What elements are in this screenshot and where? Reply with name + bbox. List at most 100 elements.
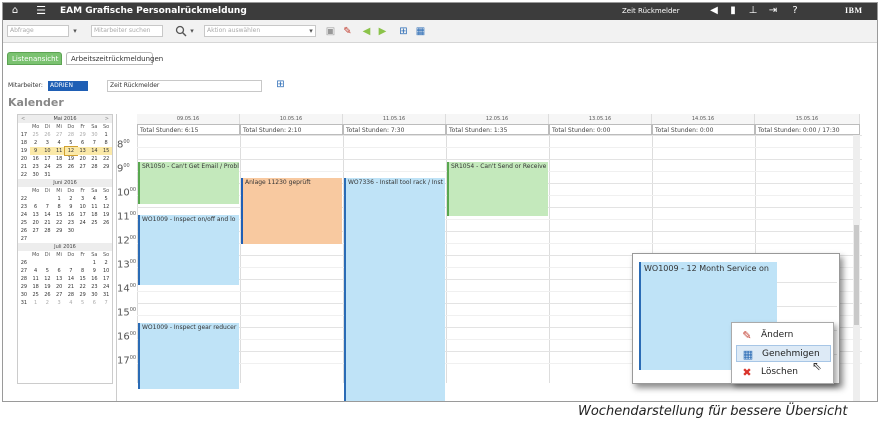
day-cell[interactable]: 5 [65,139,77,147]
scrollbar-thumb[interactable] [854,225,859,325]
day-cell[interactable]: 4 [53,139,65,147]
menu-item-aendern[interactable]: ✎ Ändern [736,327,831,344]
day-cell[interactable]: 22 [53,219,65,227]
day-cell[interactable]: 9 [29,147,42,155]
day-cell[interactable]: 11 [53,147,65,155]
day-cell[interactable] [89,235,101,243]
day-cell[interactable] [77,235,89,243]
chevron-down-icon[interactable]: ▾ [187,25,197,37]
day-cell[interactable]: 25 [53,163,65,171]
day-cell[interactable]: 19 [100,211,112,219]
day-cell[interactable]: 6 [89,299,101,307]
day-cell[interactable]: 2 [100,259,112,267]
day-cell[interactable]: 26 [42,131,54,139]
day-cell[interactable] [42,259,54,267]
day-cell[interactable]: 17 [100,275,112,283]
day-cell[interactable] [42,235,54,243]
day-cell[interactable]: 8 [100,139,112,147]
vertical-scrollbar[interactable] [853,135,860,401]
day-cell[interactable]: 29 [53,227,65,235]
day-cell[interactable] [89,171,101,179]
day-cell[interactable] [77,227,89,235]
day-cell[interactable]: 30 [89,291,101,299]
day-header[interactable]: 11.05.16 [343,114,446,124]
day-cell[interactable]: 16 [30,155,42,163]
day-cell[interactable]: 15 [53,211,65,219]
day-cell[interactable]: 24 [42,163,54,171]
calendar-event[interactable]: SR1050 - Can't Get Email / Probl [138,162,239,204]
day-cell[interactable]: 26 [42,291,54,299]
day-cell[interactable]: 27 [53,131,65,139]
day-cell[interactable] [53,259,65,267]
day-cell[interactable] [30,195,42,203]
query-select[interactable]: Abfrage [7,25,69,37]
day-cell[interactable] [100,235,112,243]
day-cell[interactable]: 23 [89,283,101,291]
day-cell[interactable]: 25 [89,219,101,227]
prev-month-button[interactable]: < [21,115,25,123]
logout-icon[interactable]: ⇥ [767,5,779,17]
day-cell[interactable]: 10 [77,203,89,211]
day-cell[interactable]: 13 [53,275,65,283]
day-cell[interactable] [65,171,77,179]
day-cell[interactable]: 29 [100,163,112,171]
day-cell[interactable]: 25 [30,131,42,139]
day-cell[interactable]: 10 [41,147,54,155]
day-cell[interactable]: 1 [30,299,42,307]
day-cell[interactable]: 5 [42,267,54,275]
day-header[interactable]: 12.05.16 [446,114,549,124]
day-cell[interactable]: 12 [64,146,78,156]
employee-search-input[interactable]: Mitarbeiter suchen [91,25,163,37]
day-cell[interactable]: 2 [30,139,42,147]
day-cell[interactable]: 25 [30,291,42,299]
day-cell[interactable]: 9 [89,267,101,275]
day-cell[interactable]: 1 [53,195,65,203]
day-cell[interactable]: 14 [42,211,54,219]
day-cell[interactable]: 13 [30,211,42,219]
day-cell[interactable]: 30 [30,171,42,179]
day-cell[interactable] [100,171,112,179]
day-header[interactable]: 13.05.16 [549,114,652,124]
day-cell[interactable]: 30 [89,131,101,139]
day-header[interactable]: 10.05.16 [240,114,343,124]
flag-icon[interactable]: ◀ [708,5,720,17]
chevron-down-icon[interactable]: ▾ [306,25,316,37]
chart-icon[interactable]: ▮ [727,5,739,17]
day-cell[interactable]: 27 [77,163,89,171]
day-cell[interactable]: 7 [100,299,112,307]
day-cell[interactable]: 12 [42,275,54,283]
day-cell[interactable]: 21 [42,219,54,227]
day-cell[interactable]: 5 [100,195,112,203]
forward-icon[interactable]: ▶ [376,25,389,38]
day-cell[interactable] [53,235,65,243]
action-select[interactable]: Aktion auswählen [204,25,316,37]
day-cell[interactable]: 15 [100,147,112,155]
day-cell[interactable]: 12 [100,203,112,211]
day-cell[interactable]: 19 [65,155,77,163]
day-cell[interactable]: 13 [76,147,89,155]
calendar-event[interactable]: WO1009 - Inspect on/off and lo [138,215,239,285]
day-cell[interactable]: 2 [65,195,77,203]
day-cell[interactable]: 1 [100,131,112,139]
day-cell[interactable]: 31 [42,171,54,179]
day-cell[interactable]: 7 [89,139,101,147]
day-cell[interactable]: 27 [30,227,42,235]
day-cell[interactable] [30,259,42,267]
day-cell[interactable] [100,227,112,235]
chevron-down-icon[interactable]: ▾ [70,25,80,37]
day-cell[interactable]: 27 [53,291,65,299]
day-cell[interactable]: 24 [100,283,112,291]
search-icon[interactable] [174,25,187,38]
day-cell[interactable]: 21 [89,155,101,163]
day-cell[interactable]: 16 [89,275,101,283]
day-cell[interactable]: 29 [77,291,89,299]
calendar-event[interactable]: WO7336 - Install tool rack / Inst [344,178,445,401]
calendar-icon[interactable]: ▦ [414,25,427,38]
day-cell[interactable]: 28 [65,291,77,299]
day-cell[interactable]: 26 [100,219,112,227]
edit-icon[interactable]: ✎ [341,25,354,38]
day-header[interactable]: 15.05.16 [755,114,860,124]
day-cell[interactable]: 18 [53,155,65,163]
day-cell[interactable] [65,235,77,243]
day-cell[interactable]: 3 [53,299,65,307]
